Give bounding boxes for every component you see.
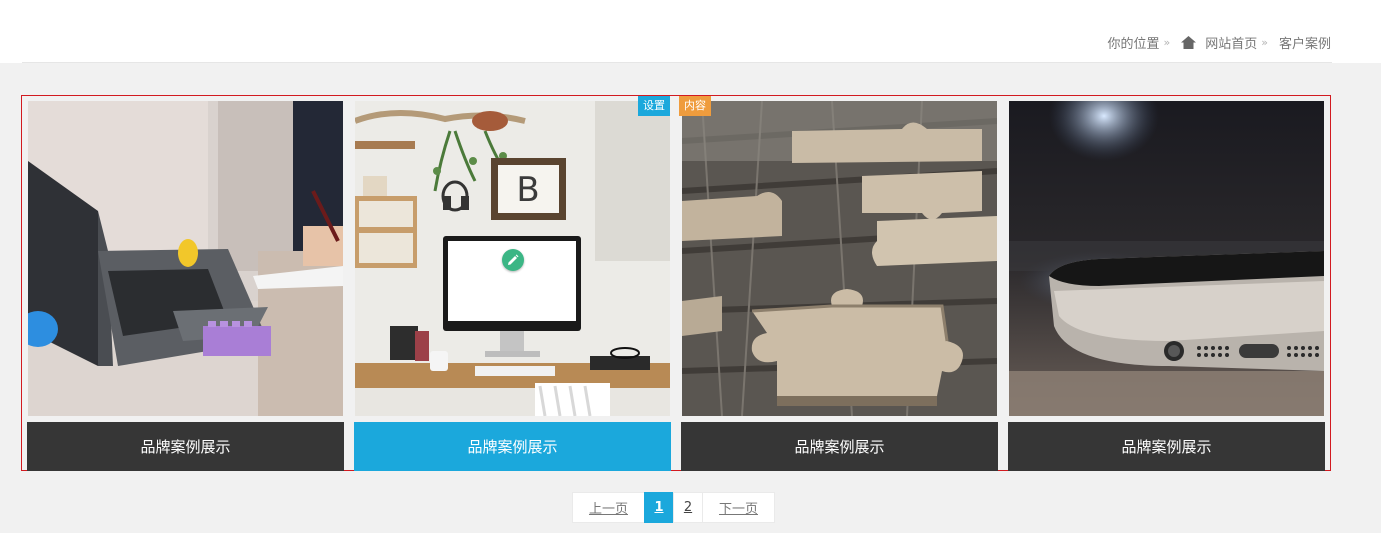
pagination: 上一页 1 2 下一页	[572, 492, 775, 523]
case-title[interactable]: 品牌案例展示	[1008, 422, 1325, 471]
breadcrumb-separator: »	[1261, 35, 1268, 49]
case-list: 品牌案例展示 B 品牌案例展示 品牌案例展示 品牌案例展示 设置 内容	[21, 95, 1331, 471]
pencil-icon	[508, 254, 519, 265]
home-icon	[1181, 35, 1197, 49]
edit-button[interactable]	[502, 249, 524, 271]
content-tag[interactable]: 内容	[679, 96, 711, 116]
top-bar	[0, 0, 1381, 63]
breadcrumb-separator: »	[1163, 35, 1171, 49]
svg-text:B: B	[516, 170, 539, 210]
case-title[interactable]: 品牌案例展示	[681, 422, 998, 471]
case-image-laptop[interactable]	[28, 101, 343, 416]
breadcrumb-home-link[interactable]: 网站首页	[1205, 33, 1257, 52]
page-1-button[interactable]: 1	[644, 492, 674, 523]
case-title[interactable]: 品牌案例展示	[27, 422, 344, 471]
breadcrumb-label: 你的位置	[1107, 36, 1160, 52]
divider	[22, 62, 1332, 63]
breadcrumb: 你的位置 » 网站首页 » 客户案例	[1107, 33, 1331, 52]
next-page-button[interactable]: 下一页	[702, 492, 775, 523]
page-2-button[interactable]: 2	[673, 492, 703, 523]
case-card[interactable]: 品牌案例展示	[1008, 101, 1325, 471]
case-card[interactable]: B 品牌案例展示	[354, 101, 671, 471]
case-image-phone[interactable]	[1009, 101, 1324, 416]
prev-page-button[interactable]: 上一页	[572, 492, 645, 523]
case-title[interactable]: 品牌案例展示	[354, 422, 671, 471]
case-card[interactable]: 品牌案例展示	[681, 101, 998, 471]
settings-tag[interactable]: 设置	[638, 96, 670, 116]
case-image-puzzle[interactable]	[682, 101, 997, 416]
breadcrumb-current-link[interactable]: 客户案例	[1279, 33, 1331, 52]
case-card[interactable]: 品牌案例展示	[27, 101, 344, 471]
